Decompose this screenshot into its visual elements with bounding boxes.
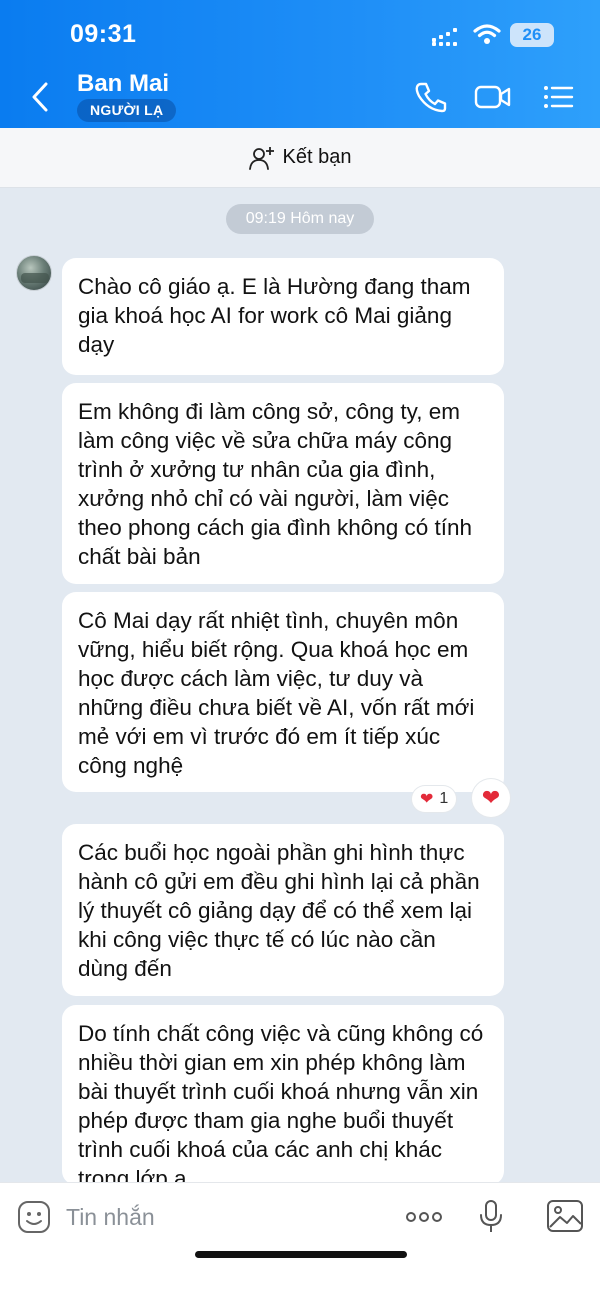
- message-bubble[interactable]: Các buổi học ngoài phần ghi hình thực hà…: [62, 824, 504, 996]
- heart-icon: ❤: [420, 791, 434, 808]
- microphone-icon[interactable]: [478, 1199, 504, 1235]
- battery-level: 26: [510, 23, 554, 47]
- home-indicator: [195, 1251, 407, 1258]
- image-gallery-icon[interactable]: [546, 1199, 584, 1233]
- sender-avatar[interactable]: [16, 255, 52, 291]
- sticker-emoji-icon[interactable]: [17, 1200, 51, 1234]
- wifi-icon: [473, 24, 501, 44]
- date-separator: 09:19 Hôm nay: [226, 204, 374, 234]
- react-button[interactable]: ❤: [472, 779, 510, 817]
- message-bubble[interactable]: Do tính chất công việc và cũng không có …: [62, 1005, 504, 1185]
- message-bubble[interactable]: Em không đi làm công sở, công ty, em làm…: [62, 383, 504, 584]
- more-options-icon[interactable]: [404, 1205, 444, 1229]
- add-friend-label: Kết bạn: [282, 146, 352, 168]
- heart-icon: ❤: [481, 785, 501, 810]
- chat-header: 09:31 26 Ban Mai NGƯỜI LẠ: [0, 0, 600, 128]
- message-bubble[interactable]: Cô Mai dạy rất nhiệt tình, chuyên môn vữ…: [62, 592, 504, 792]
- add-friend-icon: [248, 146, 274, 170]
- cellular-signal-icon: [432, 28, 462, 46]
- add-friend-button[interactable]: Kết bạn: [0, 128, 600, 188]
- video-call-icon[interactable]: [474, 80, 512, 114]
- chat-title[interactable]: Ban Mai: [77, 70, 169, 98]
- back-arrow-icon[interactable]: [26, 80, 56, 114]
- status-time: 09:31: [70, 20, 137, 48]
- message-bubble[interactable]: Chào cô giáo ạ. E là Hường đang tham gia…: [62, 258, 504, 375]
- message-composer: [0, 1182, 600, 1298]
- phone-call-icon[interactable]: [412, 80, 450, 114]
- reaction-summary[interactable]: ❤ 1: [412, 786, 457, 812]
- menu-list-icon[interactable]: [540, 80, 578, 114]
- stranger-badge: NGƯỜI LẠ: [77, 99, 177, 122]
- reaction-count: 1: [439, 790, 449, 807]
- message-input[interactable]: [66, 1197, 366, 1237]
